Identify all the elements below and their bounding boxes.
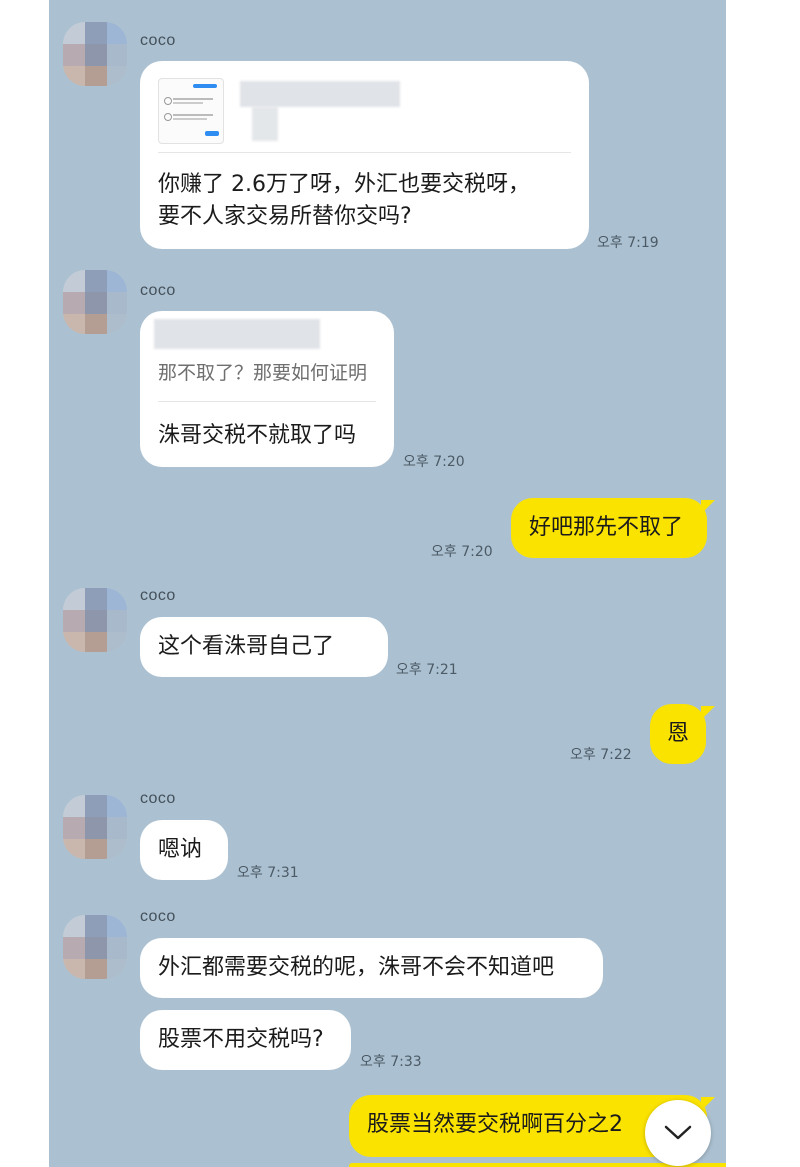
sender-name: coco (140, 908, 176, 925)
sender-name: coco (140, 587, 176, 604)
sender-name: coco (140, 282, 176, 299)
bubble-tail (701, 1097, 715, 1111)
bubble-tail (701, 706, 715, 720)
message-time: 오후 7:22 (570, 747, 632, 763)
message-text: 嗯讷 (158, 837, 203, 862)
redacted-subtitle (252, 107, 278, 141)
message-text: 外汇都需要交税的呢，洙哥不会不知道吧 (158, 955, 555, 980)
link-preview-thumbnail[interactable] (158, 78, 224, 144)
quoted-message: 那不取了？那要如何证明 (158, 362, 368, 384)
divider (158, 152, 571, 153)
reply-message-bubble[interactable]: 那不取了？那要如何证明 洙哥交税不就取了吗 (140, 311, 394, 467)
chevron-down-icon (664, 1125, 692, 1140)
message-time: 오후 7:20 (431, 544, 493, 560)
message-line: 要不人家交易所替你交吗? (158, 204, 412, 229)
outgoing-message-bubble[interactable]: 好吧那先不取了 (511, 498, 707, 558)
message-text: 洙哥交税不就取了吗 (158, 423, 357, 448)
message-time: 오후 7:21 (396, 662, 458, 678)
message-bubble[interactable]: 你赚了 2.6万了呀，外汇也要交税呀， 要不人家交易所替你交吗? (140, 61, 589, 249)
bubble-tail (701, 500, 715, 514)
avatar[interactable] (63, 22, 127, 86)
message-text: 好吧那先不取了 (529, 515, 684, 540)
message-bubble[interactable]: 外汇都需要交税的呢，洙哥不会不知道吧 (140, 938, 603, 998)
message-time: 오후 7:19 (597, 235, 659, 251)
divider (158, 401, 376, 402)
chat-area[interactable]: coco 你赚了 2.6万了呀，外汇也要交税呀， 要不人家交易所替你交吗? 오후… (49, 0, 726, 1167)
sender-name: coco (140, 32, 176, 49)
redacted-title (240, 81, 400, 107)
message-bubble[interactable]: 股票不用交税吗? (140, 1010, 351, 1070)
message-time: 오후 7:33 (360, 1054, 422, 1070)
message-text: 股票当然要交税啊百分之2 (367, 1112, 623, 1137)
scroll-down-button[interactable] (645, 1100, 711, 1166)
outgoing-message-bubble[interactable]: 恩 (650, 704, 706, 764)
message-text: 恩 (666, 721, 689, 746)
avatar[interactable] (63, 588, 127, 652)
message-time: 오후 7:20 (403, 454, 465, 470)
avatar[interactable] (63, 915, 127, 979)
message-time: 오후 7:31 (237, 865, 299, 881)
message-bubble[interactable]: 嗯讷 (140, 820, 228, 880)
message-text: 你赚了 2.6万了呀，外汇也要交税呀， 要不人家交易所替你交吗? (158, 169, 530, 233)
redacted-quote-author (154, 319, 320, 349)
message-text: 这个看洙哥自己了 (158, 634, 335, 659)
message-text: 股票不用交税吗? (158, 1027, 324, 1052)
avatar[interactable] (63, 270, 127, 334)
message-bubble[interactable]: 这个看洙哥自己了 (140, 617, 388, 677)
message-line: 你赚了 2.6万了呀，外汇也要交税呀， (158, 172, 530, 197)
avatar[interactable] (63, 795, 127, 859)
sender-name: coco (140, 790, 176, 807)
